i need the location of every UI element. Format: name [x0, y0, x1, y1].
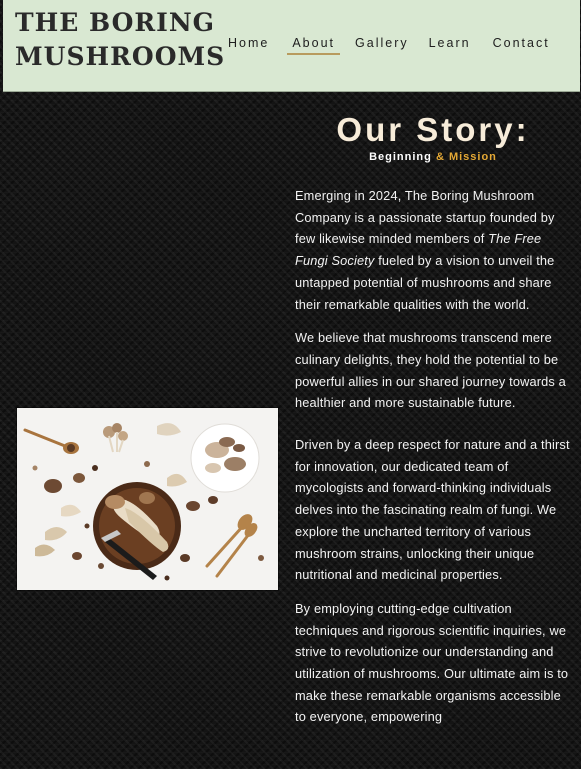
main-nav: Home About Gallery Learn Contact [228, 36, 550, 55]
story-title: Our Story: [336, 111, 530, 148]
nav-contact[interactable]: Contact [493, 36, 550, 50]
nav-learn[interactable]: Learn [429, 36, 471, 50]
subtitle-mission: & Mission [435, 151, 497, 163]
logo-line-1: THE BORING [15, 8, 216, 37]
nav-home[interactable]: Home [228, 36, 269, 50]
site-header: THE BORING MUSHROOMS Home About Gallery … [3, 0, 580, 92]
site-logo[interactable]: THE BORING MUSHROOMS [15, 6, 225, 74]
nav-gallery[interactable]: Gallery [355, 36, 409, 50]
story-paragraph-3: Driven by a deep respect for nature and … [295, 437, 570, 583]
story-paragraph-1: Emerging in 2024, The Boring Mushroom Co… [295, 185, 571, 315]
subtitle-beginning: Beginning [369, 151, 432, 163]
our-story-section: Our Story: Beginning & Mission Emerging … [295, 110, 571, 728]
nav-about[interactable]: About [287, 36, 340, 55]
story-subtitle: Beginning & Mission [295, 151, 571, 163]
logo-line-2: MUSHROOMS [15, 42, 226, 71]
story-paragraph-2: We believe that mushrooms transcend mere… [295, 330, 566, 411]
mushrooms-photo [17, 408, 278, 590]
mushrooms-illustration [17, 408, 278, 590]
story-paragraph-4: By employing cutting-edge cultivation te… [295, 600, 569, 725]
